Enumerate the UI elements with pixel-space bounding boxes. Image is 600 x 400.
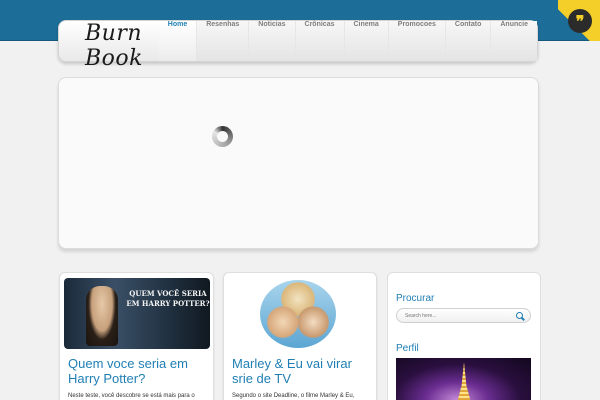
search-widget-title: Procurar [396,293,435,304]
nav-item-promocoes[interactable]: Promocoes [387,21,445,61]
post-title[interactable]: Marley & Eu vai virar srie de TV [232,356,374,386]
nav-item-anuncie[interactable]: Anuncie [490,21,537,61]
profile-image[interactable] [396,358,531,400]
post-thumbnail[interactable] [228,278,374,349]
loading-spinner-icon [212,126,233,147]
marley-photo [260,280,336,348]
site-header: Burn Book Home Resenhas Noticias Crônica… [58,20,538,71]
nav-item-resenhas[interactable]: Resenhas [196,21,249,61]
profile-widget-title: Perfil [396,343,419,354]
post-card: Marley & Eu vai virar srie de TV Segundo… [223,272,377,400]
harry-potter-portrait [86,286,118,346]
nav-item-cinema[interactable]: Cinema [343,21,388,61]
post-excerpt: Neste teste, você descobre se está mais … [68,393,195,399]
nav-item-cronicas[interactable]: Crônicas [294,21,344,61]
quote-icon[interactable]: ❞ [568,9,592,33]
post-excerpt: Segundo o site Deadline, o filme Marley … [232,393,355,399]
eiffel-tower-image [454,362,474,400]
site-logo[interactable]: Burn Book [59,21,156,71]
featured-slider[interactable] [58,77,539,249]
search-icon[interactable] [516,312,523,319]
search-input[interactable] [405,311,510,321]
search-box [396,308,531,323]
post-thumbnail[interactable]: QUEM VOCÊ SERIA EM HARRY POTTER? [64,278,210,349]
sidebar: Procurar Perfil [387,272,541,400]
nav-item-contato[interactable]: Contato [444,21,491,61]
thumbnail-caption: QUEM VOCÊ SERIA EM HARRY POTTER? [126,289,210,308]
nav-item-home[interactable]: Home [158,21,197,61]
main-nav: Home Resenhas Noticias Crônicas Cinema P… [158,21,537,61]
nav-item-noticias[interactable]: Noticias [248,21,295,61]
post-card: QUEM VOCÊ SERIA EM HARRY POTTER? Quem vo… [59,272,214,400]
post-title[interactable]: Quem voce seria em Harry Potter? [68,356,210,386]
